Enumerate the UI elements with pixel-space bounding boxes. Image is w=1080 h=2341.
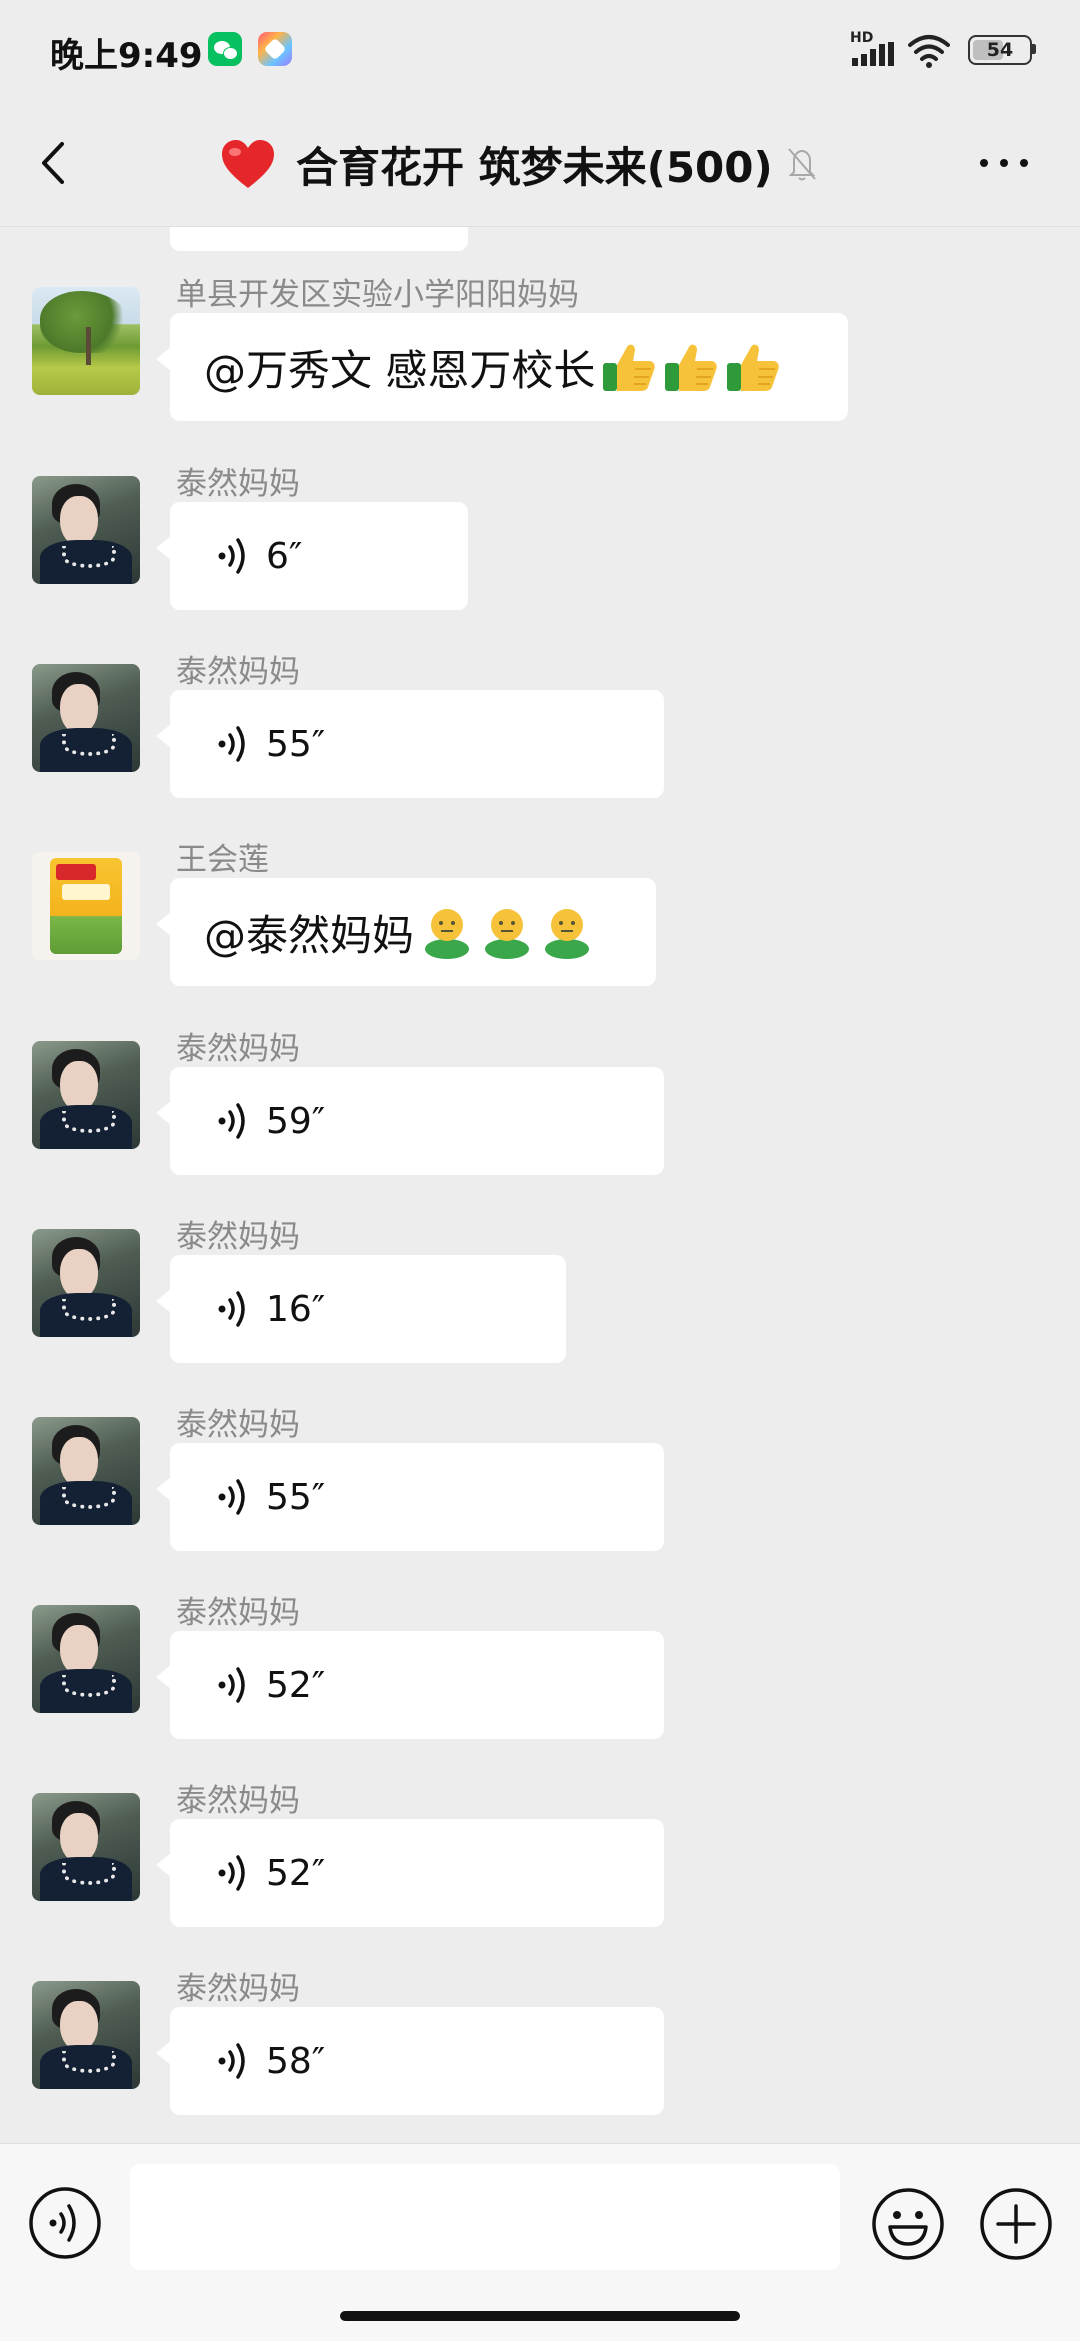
- sender-name: 泰然妈妈: [176, 1971, 300, 2007]
- sender-name: 王会莲: [176, 842, 269, 878]
- voice-duration: 16″: [266, 1288, 326, 1330]
- sender-name: 泰然妈妈: [176, 1219, 300, 1255]
- voice-message-bubble[interactable]: 6″: [156, 502, 468, 610]
- avatar[interactable]: [32, 476, 140, 584]
- text-message-bubble[interactable]: @万秀文 感恩万校长: [156, 313, 848, 421]
- app-notification-icon: [258, 32, 292, 66]
- thumbs-up-icon: [665, 344, 718, 391]
- avatar[interactable]: [32, 1041, 140, 1149]
- voice-message-bubble[interactable]: 55″: [156, 690, 664, 798]
- text-message-bubble[interactable]: @泰然妈妈: [156, 878, 656, 986]
- more-icon[interactable]: [972, 140, 1036, 186]
- voice-toggle-icon[interactable]: [28, 2186, 102, 2260]
- message-input[interactable]: [130, 2164, 840, 2270]
- status-bar: 晚上9:49 HD 54: [0, 0, 1080, 100]
- voice-wave-icon: [218, 726, 245, 762]
- battery-cap: [1032, 44, 1036, 54]
- voice-message-bubble[interactable]: 55″: [156, 1443, 664, 1551]
- avatar[interactable]: [32, 664, 140, 772]
- message-list[interactable]: 单县开发区实验小学阳阳妈妈 @万秀文 感恩万校长 泰然妈妈 6″ 泰然妈妈 55…: [0, 227, 1080, 2143]
- status-time: 晚上9:49: [50, 36, 203, 76]
- battery-level: 54: [986, 39, 1014, 61]
- partial-message-bubble[interactable]: [170, 227, 468, 251]
- avatar[interactable]: [32, 1605, 140, 1713]
- voice-duration: 52″: [266, 1664, 326, 1706]
- sender-name: 泰然妈妈: [176, 1031, 300, 1067]
- mute-icon: [787, 148, 816, 181]
- chat-header: 合育花开 筑梦未来(500): [0, 100, 1080, 227]
- sender-name: 泰然妈妈: [176, 1595, 300, 1631]
- sender-name: 泰然妈妈: [176, 1407, 300, 1443]
- avatar[interactable]: [32, 287, 140, 395]
- sender-name: 单县开发区实验小学阳阳妈妈: [176, 277, 579, 313]
- wechat-notification-icon: [208, 32, 242, 66]
- thumbs-up-icon: [727, 344, 780, 391]
- green-person-icon: [545, 909, 590, 959]
- voice-message-bubble[interactable]: 52″: [156, 1631, 664, 1739]
- green-person-icon: [485, 909, 530, 959]
- plus-icon[interactable]: [978, 2186, 1054, 2262]
- battery-icon: 54: [968, 35, 1036, 65]
- input-bar: [0, 2143, 1080, 2341]
- back-icon[interactable]: [24, 130, 84, 196]
- voice-wave-icon: [218, 1855, 245, 1891]
- message-text: @万秀文 感恩万校长: [204, 345, 596, 395]
- chat-title[interactable]: 合育花开 筑梦未来(500): [220, 134, 819, 194]
- voice-duration: 58″: [266, 2040, 326, 2082]
- heart-icon: [222, 140, 274, 188]
- sender-name: 泰然妈妈: [176, 466, 300, 502]
- voice-wave-icon: [218, 1667, 245, 1703]
- chat-title-text: 合育花开 筑梦未来(500): [296, 142, 773, 192]
- voice-duration: 52″: [266, 1852, 326, 1894]
- avatar[interactable]: [32, 1229, 140, 1337]
- avatar[interactable]: [32, 852, 140, 960]
- voice-message-bubble[interactable]: 58″: [156, 2007, 664, 2115]
- voice-wave-icon: [218, 2043, 245, 2079]
- voice-message-bubble[interactable]: 59″: [156, 1067, 664, 1175]
- voice-duration: 55″: [266, 723, 326, 765]
- voice-wave-icon: [218, 1479, 245, 1515]
- avatar[interactable]: [32, 1793, 140, 1901]
- green-person-icon: [425, 909, 470, 959]
- wifi-icon: [908, 35, 950, 68]
- avatar[interactable]: [32, 1417, 140, 1525]
- home-indicator[interactable]: [340, 2311, 740, 2321]
- signal-icon: [852, 42, 894, 66]
- message-text: @泰然妈妈: [204, 910, 415, 960]
- voice-duration: 6″: [266, 535, 303, 577]
- emoji-icon[interactable]: [870, 2186, 946, 2262]
- voice-message-bubble[interactable]: 16″: [156, 1255, 566, 1363]
- voice-duration: 55″: [266, 1476, 326, 1518]
- avatar[interactable]: [32, 1981, 140, 2089]
- thumbs-up-icon: [603, 344, 656, 391]
- voice-wave-icon: [218, 1103, 245, 1139]
- voice-duration: 59″: [266, 1100, 326, 1142]
- sender-name: 泰然妈妈: [176, 654, 300, 690]
- voice-message-bubble[interactable]: 52″: [156, 1819, 664, 1927]
- voice-wave-icon: [218, 1291, 245, 1327]
- sender-name: 泰然妈妈: [176, 1783, 300, 1819]
- voice-wave-icon: [218, 538, 245, 574]
